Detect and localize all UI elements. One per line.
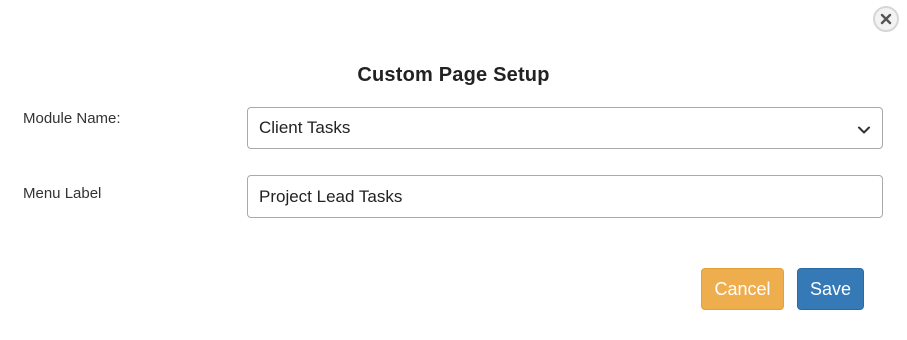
module-name-selected-value: Client Tasks	[259, 118, 351, 137]
close-button[interactable]	[873, 6, 899, 32]
custom-page-setup-dialog: Custom Page Setup Module Name: Client Ta…	[0, 0, 907, 340]
save-button[interactable]: Save	[797, 268, 864, 310]
cancel-button[interactable]: Cancel	[701, 268, 784, 310]
chevron-down-icon	[857, 122, 871, 142]
menu-label-input[interactable]	[259, 186, 871, 207]
menu-label-field-box	[247, 175, 883, 218]
close-icon	[880, 13, 892, 25]
module-name-label: Module Name:	[23, 110, 121, 127]
dialog-title: Custom Page Setup	[357, 64, 550, 86]
menu-label-label: Menu Label	[23, 185, 102, 202]
module-name-select[interactable]: Client Tasks	[247, 107, 883, 149]
